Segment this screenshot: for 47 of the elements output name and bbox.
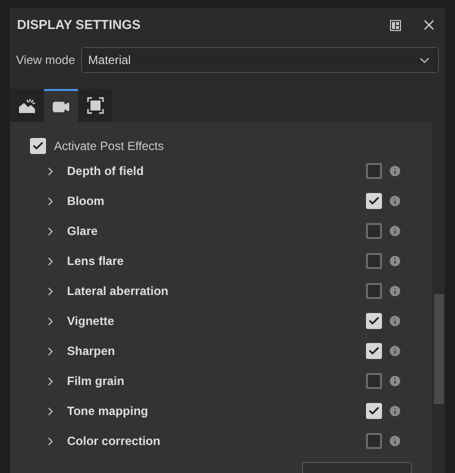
layout-icon[interactable]	[390, 20, 401, 30]
tab[interactable]	[78, 89, 112, 122]
checkbox[interactable]	[366, 253, 382, 269]
info-icon[interactable]	[388, 224, 402, 238]
info-icon[interactable]	[388, 404, 402, 418]
panel-title: DISPLAY SETTINGS	[17, 16, 142, 34]
check-icon	[32, 140, 44, 152]
frame-icon	[86, 97, 104, 114]
check-icon	[368, 345, 380, 357]
checkbox[interactable]	[30, 138, 46, 154]
effect-label: Glare	[67, 223, 99, 240]
checkbox[interactable]	[366, 163, 382, 179]
checkbox[interactable]	[366, 433, 382, 449]
checkbox[interactable]	[366, 343, 382, 359]
checkbox[interactable]	[366, 223, 382, 239]
checkbox[interactable]	[366, 193, 382, 209]
effect-label: Depth of field	[67, 163, 145, 180]
checkbox[interactable]	[366, 283, 382, 299]
landscape-icon	[18, 98, 36, 114]
tab[interactable]	[44, 89, 78, 122]
info-icon[interactable]	[388, 284, 402, 298]
info-icon[interactable]	[388, 164, 402, 178]
checkbox[interactable]	[366, 403, 382, 419]
activate-label: Activate Post Effects	[54, 138, 164, 155]
effect-label: Color correction	[67, 433, 162, 450]
view-mode-dropdown[interactable]: Material	[81, 47, 439, 73]
checkbox[interactable]	[366, 373, 382, 389]
effect-label: Lens flare	[67, 253, 125, 270]
effect-label: Vignette	[67, 313, 116, 330]
effect-label: Lateral aberration	[67, 283, 170, 300]
info-icon[interactable]	[388, 374, 402, 388]
info-icon[interactable]	[388, 254, 402, 268]
info-icon[interactable]	[388, 434, 402, 448]
effect-label: Sharpen	[67, 343, 116, 360]
info-icon[interactable]	[388, 194, 402, 208]
scrollbar-thumb[interactable]	[434, 294, 444, 404]
info-icon[interactable]	[388, 314, 402, 328]
check-icon	[368, 315, 380, 327]
tab[interactable]	[10, 89, 44, 122]
info-icon[interactable]	[388, 344, 402, 358]
effect-label: Bloom	[67, 193, 106, 210]
check-icon	[368, 405, 380, 417]
view-mode-label: View mode	[16, 52, 76, 69]
checkbox[interactable]	[366, 313, 382, 329]
effect-label: Film grain	[67, 373, 126, 390]
effect-label: Tone mapping	[67, 403, 150, 420]
check-icon	[368, 195, 380, 207]
